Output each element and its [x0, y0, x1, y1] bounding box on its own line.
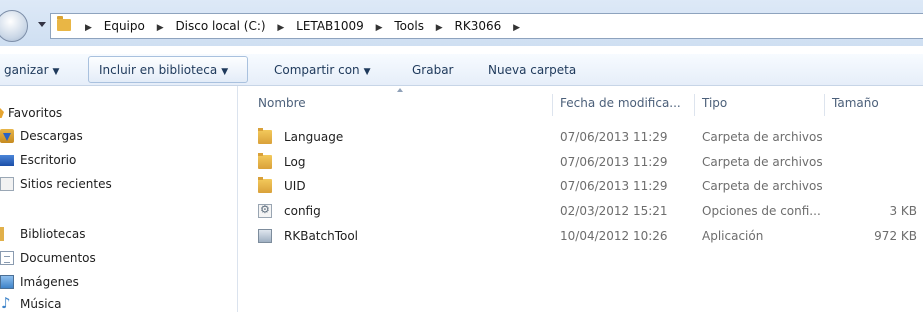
caret-down-icon: ▼ — [363, 67, 371, 77]
file-date: 07/06/2013 11:29 — [560, 130, 668, 144]
chevron-right-icon[interactable]: ▶ — [157, 23, 164, 33]
file-size: 972 KB — [874, 229, 917, 243]
breadcrumb-letab1009[interactable]: LETAB1009 — [296, 19, 364, 33]
file-row-config[interactable]: config 02/03/2012 15:21 Opciones de conf… — [258, 200, 923, 224]
caret-down-icon: ▼ — [221, 67, 229, 77]
nav-label: Favoritos — [8, 106, 63, 120]
file-type: Carpeta de archivos — [702, 179, 823, 193]
application-icon — [258, 229, 272, 243]
star-icon — [0, 108, 4, 118]
navigation-pane: Favoritos Descargas Escritorio Sitios re… — [0, 86, 238, 312]
file-type: Opciones de confi... — [702, 204, 821, 218]
file-size: 3 KB — [889, 204, 917, 218]
file-type: Carpeta de archivos — [702, 130, 823, 144]
column-header-date[interactable]: Fecha de modifica... — [560, 96, 681, 110]
caret-down-icon: ▼ — [52, 67, 60, 77]
file-name: Log — [284, 155, 306, 169]
file-name: config — [284, 204, 321, 218]
nav-label: Descargas — [20, 129, 83, 143]
file-name: UID — [284, 179, 306, 193]
file-row-language[interactable]: Language 07/06/2013 11:29 Carpeta de arc… — [258, 126, 923, 150]
file-row-rkbatchtool[interactable]: RKBatchTool 10/04/2012 10:26 Aplicación … — [258, 225, 923, 249]
file-row-uid[interactable]: UID 07/06/2013 11:29 Carpeta de archivos — [258, 175, 923, 199]
address-bar-region: ▶ Equipo ▶ Disco local (C:) ▶ LETAB1009 … — [0, 0, 923, 46]
file-row-log[interactable]: Log 07/06/2013 11:29 Carpeta de archivos — [258, 151, 923, 175]
column-divider[interactable] — [694, 94, 695, 116]
column-divider[interactable] — [824, 94, 825, 116]
file-name: RKBatchTool — [284, 229, 359, 243]
sort-ascending-icon — [397, 88, 403, 92]
recent-pages-dropdown-icon[interactable] — [38, 22, 46, 27]
chevron-right-icon[interactable]: ▶ — [277, 23, 284, 33]
folder-icon — [258, 128, 272, 144]
nav-label: Imágenes — [20, 275, 79, 289]
column-divider[interactable] — [552, 94, 553, 116]
folder-icon — [57, 16, 71, 31]
breadcrumb-equipo[interactable]: Equipo — [104, 19, 145, 33]
nav-label: Sitios recientes — [20, 177, 112, 191]
include-in-library-button[interactable]: Incluir en biblioteca ▼ — [99, 63, 228, 77]
documents-icon — [0, 251, 14, 265]
breadcrumb: ▶ Equipo ▶ Disco local (C:) ▶ LETAB1009 … — [77, 19, 528, 33]
nav-label: Escritorio — [20, 153, 77, 167]
organize-button[interactable]: ganizar ▼ — [4, 63, 59, 77]
column-header-type[interactable]: Tipo — [702, 96, 727, 110]
breadcrumb-tools[interactable]: Tools — [394, 19, 424, 33]
folder-icon — [258, 177, 272, 193]
address-input[interactable]: ▶ Equipo ▶ Disco local (C:) ▶ LETAB1009 … — [50, 13, 923, 39]
folder-icon — [258, 153, 272, 169]
file-date: 07/06/2013 11:29 — [560, 155, 668, 169]
library-icon — [0, 227, 4, 241]
breadcrumb-rk3066[interactable]: RK3066 — [455, 19, 502, 33]
file-type: Aplicación — [702, 229, 764, 243]
chevron-right-icon[interactable]: ▶ — [376, 23, 383, 33]
settings-file-icon — [258, 203, 272, 218]
nav-label: Bibliotecas — [20, 227, 86, 241]
nav-label: Música — [20, 297, 62, 311]
new-folder-button[interactable]: Nueva carpeta — [488, 63, 576, 77]
music-icon — [0, 294, 14, 312]
file-date: 10/04/2012 10:26 — [560, 229, 668, 243]
share-label: Compartir con — [274, 63, 360, 77]
desktop-icon — [0, 155, 14, 166]
downloads-icon — [0, 129, 14, 143]
column-header-size[interactable]: Tamaño — [832, 96, 879, 110]
burn-button[interactable]: Grabar — [412, 63, 454, 77]
back-button[interactable] — [0, 10, 28, 42]
column-header-name[interactable]: Nombre — [258, 96, 306, 110]
pictures-icon — [0, 275, 14, 289]
file-name: Language — [284, 130, 344, 144]
recent-places-icon — [0, 177, 14, 191]
file-date: 02/03/2012 15:21 — [560, 204, 668, 218]
organize-label: ganizar — [4, 63, 49, 77]
column-headers: Nombre Fecha de modifica... Tipo Tamaño — [258, 94, 923, 116]
nav-label: Documentos — [20, 251, 96, 265]
file-type: Carpeta de archivos — [702, 155, 823, 169]
file-date: 07/06/2013 11:29 — [560, 179, 668, 193]
chevron-right-icon[interactable]: ▶ — [436, 23, 443, 33]
chevron-right-icon[interactable]: ▶ — [85, 23, 92, 33]
chevron-right-icon[interactable]: ▶ — [513, 23, 520, 33]
share-with-button[interactable]: Compartir con ▼ — [274, 63, 371, 77]
include-label: Incluir en biblioteca — [99, 63, 218, 77]
breadcrumb-disco-local[interactable]: Disco local (C:) — [175, 19, 265, 33]
